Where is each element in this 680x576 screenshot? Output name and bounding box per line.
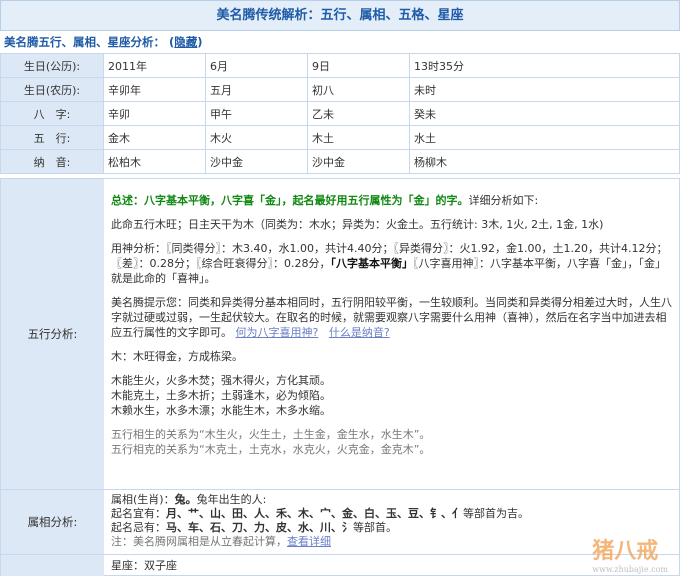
favorable-radicals: 月、艹、山、田、人、禾、木、宀、金、白、玉、豆、钅、亻 <box>166 507 463 520</box>
row-label: 生日(公历): <box>0 53 104 78</box>
row-label: 纳 音: <box>0 149 104 174</box>
zodiac-note-text: 注：美名腾网属相是从立春起计算， <box>111 535 287 548</box>
row-cell: 甲午 <box>205 101 308 126</box>
watermark-url: www.zhubajie.com <box>592 565 668 574</box>
star-sign-row: 星座：双子座 <box>0 555 680 576</box>
row-cell: 6月 <box>205 53 308 78</box>
row-cell: 松柏木 <box>103 149 206 174</box>
zodiac-animal-line: 属相(生肖)：兔。兔年出生的人: <box>111 493 673 507</box>
row-cell: 金木 <box>103 125 206 150</box>
row-cell: 未时 <box>409 77 680 102</box>
row-label: 生日(农历): <box>0 77 104 102</box>
row-label: 五 行: <box>0 125 104 150</box>
wood-relations: 木能生火，火多木焚；强木得火，方化其顽。 木能克土，土多木折；土弱逢木，必为倾陷… <box>111 373 673 418</box>
yongshen-analysis: 用神分析：〖同类得分〗：木3.40，水1.00，共计4.40分；〖异类得分〗：火… <box>111 241 673 286</box>
tip-paragraph: 美名腾提示您：同类和异类得分基本相同时，五行阴阳较平衡，一生较顺利。当同类和异类… <box>111 295 673 340</box>
star-label-cell <box>1 555 104 576</box>
wood-relation-line: 木能生火，火多木焚；强木得火，方化其顽。 <box>111 374 331 387</box>
zodiac-prefix: 属相(生肖)： <box>111 493 175 506</box>
link-nayin[interactable]: 什么是纳音? <box>329 326 390 339</box>
row-cell: 辛卯年 <box>103 77 206 102</box>
summary-main: 八字基本平衡，八字喜「金」，起名最好用五行属性为「金」的字。 <box>144 194 469 207</box>
zodiac-animal: 兔。 <box>174 493 197 506</box>
row-cell: 13时35分 <box>409 53 680 78</box>
wood-relation-line: 木赖水生，水多木漂；水能生木，木多水缩。 <box>111 404 331 417</box>
favorable-radicals-line: 起名宜有：月、艹、山、田、人、禾、木、宀、金、白、玉、豆、钅、亻等部首为吉。 <box>111 507 673 521</box>
row-cell: 五月 <box>205 77 308 102</box>
favorable-prefix: 起名宜有： <box>111 507 166 520</box>
zodiac-analysis: 属相分析: 属相(生肖)：兔。兔年出生的人: 起名宜有：月、艹、山、田、人、禾、… <box>0 490 680 555</box>
unfavorable-radicals: 马、车、石、刀、力、皮、水、川、氵 <box>166 521 353 534</box>
link-yongshen[interactable]: 何为八字喜用神? <box>236 326 319 339</box>
info-row: 八 字: 辛卯 甲午 乙未 癸未 <box>0 101 680 126</box>
row-cell: 木土 <box>307 125 410 150</box>
page-title: 美名腾传统解析：五行、属相、五格、星座 <box>0 0 680 31</box>
star-sign: 星座：双子座 <box>111 559 177 572</box>
wuxing-stat: 此命五行木旺；日主天干为木（同类为：木水；异类为：火金土。五行统计: 3木, 1… <box>111 218 604 231</box>
zodiac-post: 兔年出生的人: <box>196 493 267 506</box>
watermark-logo: 猪八戒 www.zhubajie.com <box>592 533 668 574</box>
tip-text: 美名腾提示您：同类和异类得分基本相同时，五行阴阳较平衡，一生较顺利。当同类和异类… <box>111 296 672 339</box>
info-row: 纳 音: 松柏木 沙中金 沙中金 杨柳木 <box>0 149 680 174</box>
view-detail-link[interactable]: 查看详细 <box>287 535 331 548</box>
toggle-paren-close: ) <box>197 35 203 49</box>
summary: 总述：八字基本平衡，八字喜「金」，起名最好用五行属性为「金」的字。详细分析如下: <box>111 193 673 208</box>
info-row: 生日(农历): 辛卯年 五月 初八 未时 <box>0 77 680 102</box>
row-label: 八 字: <box>0 101 104 126</box>
hide-toggle-link[interactable]: 隐藏 <box>174 35 197 49</box>
favorable-post: 等部首为吉。 <box>463 507 529 520</box>
section-heading-text: 美名腾五行、属相、星座分析： <box>4 35 165 49</box>
unfavorable-radicals-line: 起名忌有：马、车、石、刀、力、皮、水、川、氵等部首。 <box>111 521 673 535</box>
birth-info-table: 生日(公历): 2011年 6月 9日 13时35分 生日(农历): 辛卯年 五月 初八 未时八 … <box>0 53 680 174</box>
row-cell: 初八 <box>307 77 410 102</box>
wood-relation-line: 木能克土，土多木折；土弱逢木，必为倾陷。 <box>111 389 331 402</box>
summary-prefix: 总述： <box>111 194 144 207</box>
generating-cycle: 五行相生的关系为“木生火，火生土，土生金，金生水，水生木”。 <box>111 428 431 441</box>
unfavorable-prefix: 起名忌有： <box>111 521 166 534</box>
section-heading: 美名腾五行、属相、星座分析： (隐藏) <box>0 31 680 53</box>
yongshen-balance: 「八字基本平衡」 <box>330 257 413 270</box>
row-cell: 沙中金 <box>205 149 308 174</box>
row-cell: 沙中金 <box>307 149 410 174</box>
wuxing-cycle: 五行相生的关系为“木生火，火生土，土生金，金生水，水生木”。 五行相克的关系为“… <box>111 427 673 457</box>
row-cell: 水土 <box>409 125 680 150</box>
wuxing-label: 五行分析: <box>1 179 104 489</box>
row-cell: 辛卯 <box>103 101 206 126</box>
summary-detail: 详细分析如下: <box>468 194 539 207</box>
watermark-logo-text: 猪八戒 <box>592 538 659 564</box>
row-cell: 木火 <box>205 125 308 150</box>
zodiac-note: 注：美名腾网属相是从立春起计算，查看详细 <box>111 535 673 549</box>
row-cell: 2011年 <box>103 53 206 78</box>
zodiac-label: 属相分析: <box>1 490 104 554</box>
wood-summary: 木：木旺得金，方成栋梁。 <box>111 350 243 363</box>
row-cell: 9日 <box>307 53 410 78</box>
row-cell: 癸未 <box>409 101 680 126</box>
info-row: 生日(公历): 2011年 6月 9日 13时35分 <box>0 53 680 78</box>
row-cell: 乙未 <box>307 101 410 126</box>
row-cell: 杨柳木 <box>409 149 680 174</box>
overcoming-cycle: 五行相克的关系为“木克土，土克水，水克火，火克金，金克木”。 <box>111 443 431 456</box>
unfavorable-post: 等部首。 <box>353 521 397 534</box>
wuxing-content: 总述：八字基本平衡，八字喜「金」，起名最好用五行属性为「金」的字。详细分析如下:… <box>105 179 679 489</box>
info-row: 五 行: 金木 木火 木土 水土 <box>0 125 680 150</box>
wuxing-analysis: 五行分析: 总述：八字基本平衡，八字喜「金」，起名最好用五行属性为「金」的字。详… <box>0 178 680 490</box>
